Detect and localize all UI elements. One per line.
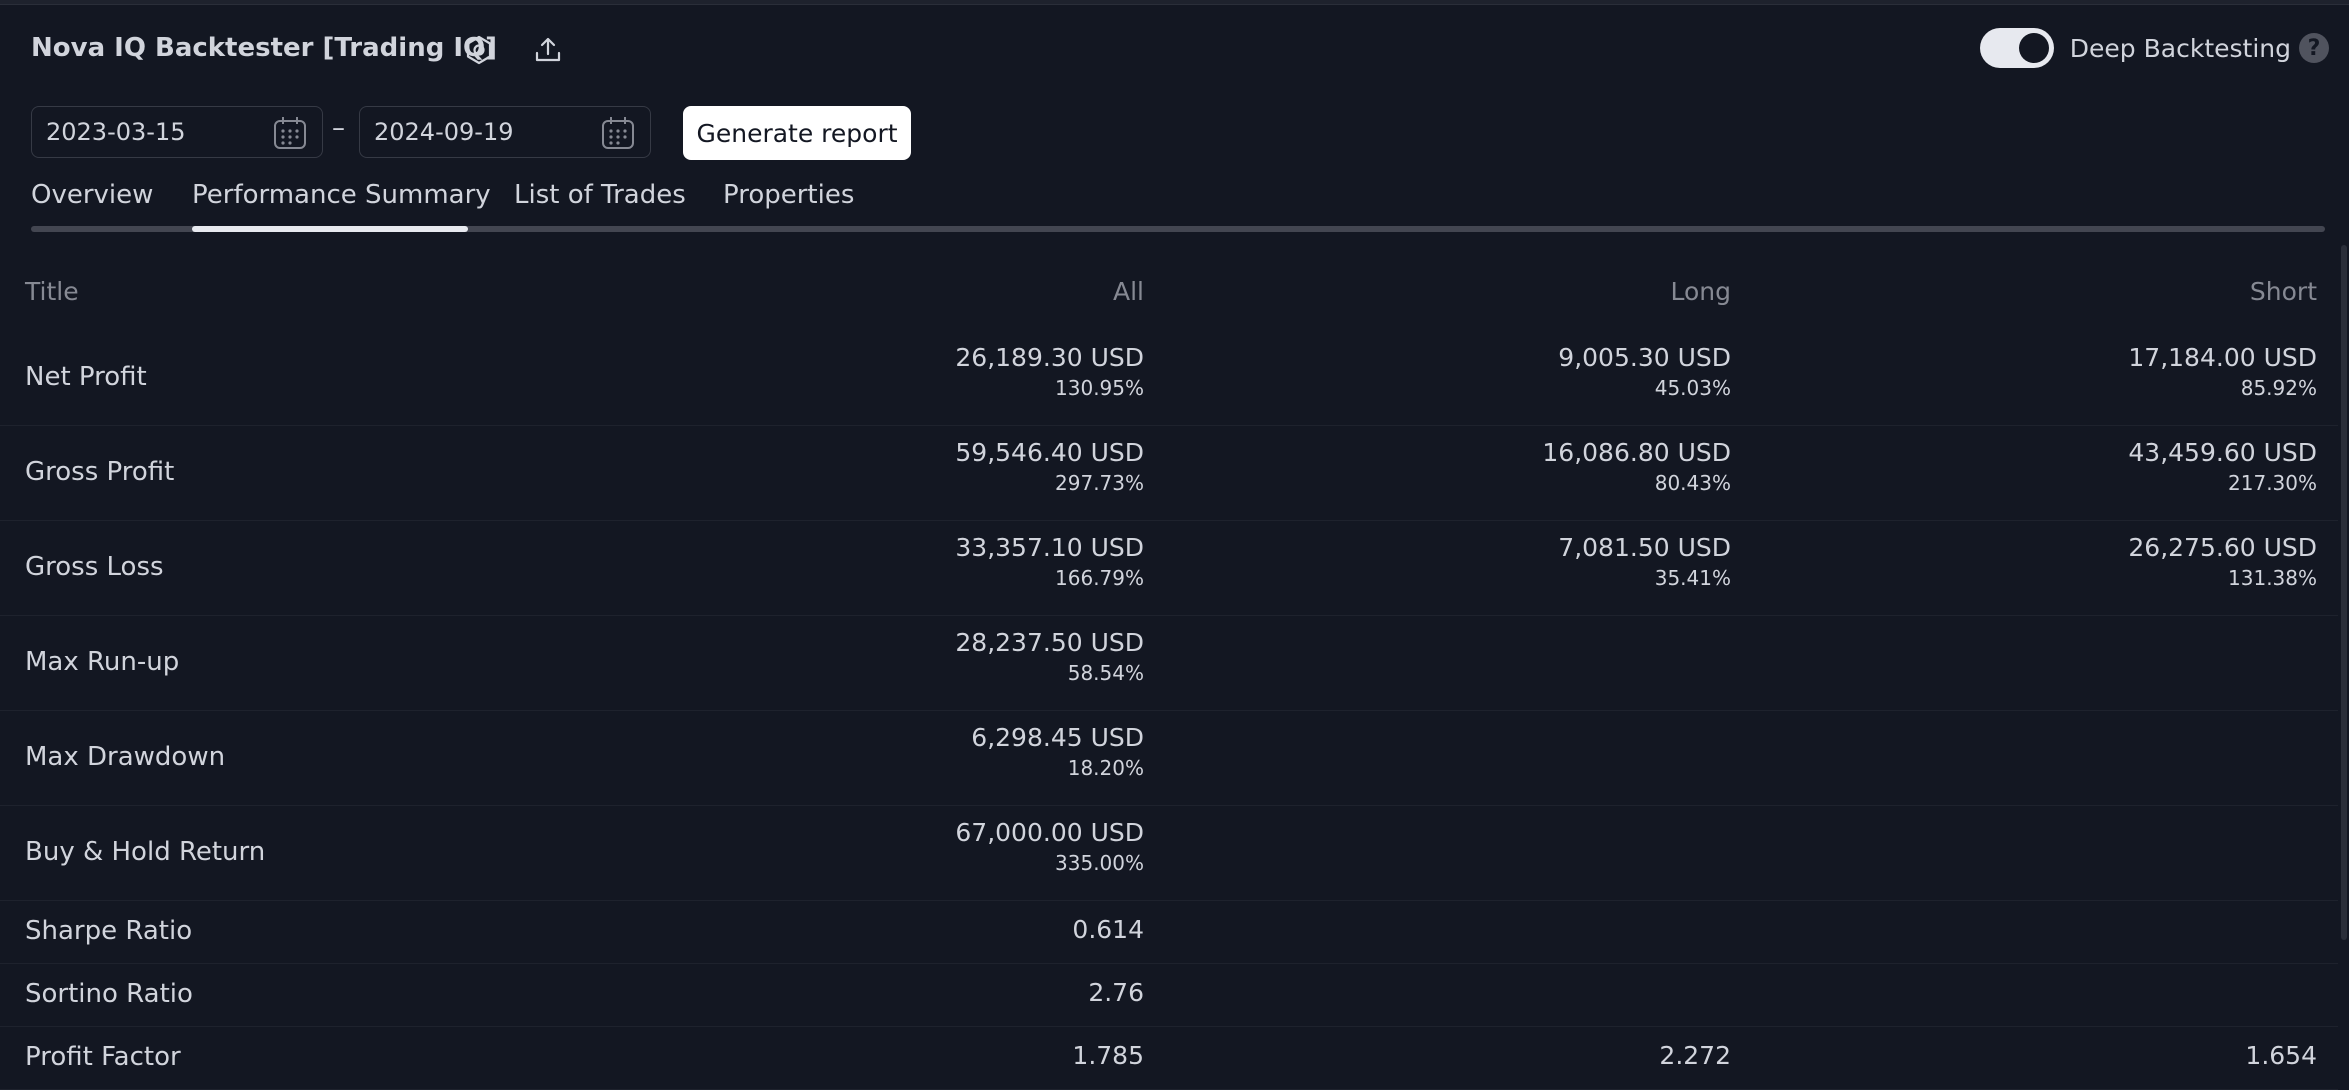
cell-value: 26,275.60 USD (2128, 533, 2317, 562)
cell-long: 9,005.30 USD 45.03% (1558, 343, 1731, 400)
column-header-all: All (1113, 277, 1144, 306)
cell-value: 33,357.10 USD (955, 533, 1144, 562)
top-border (0, 0, 2349, 5)
cell-short: 43,459.60 USD 217.30% (2128, 438, 2317, 495)
tab-overview[interactable]: Overview (31, 180, 153, 210)
cell-long: 7,081.50 USD 35.41% (1558, 533, 1731, 590)
cell-value: 67,000.00 USD (955, 818, 1144, 847)
cell-percent: 131.38% (2228, 566, 2317, 590)
settings-icon (466, 35, 492, 65)
cell-value: 2.76 (1088, 978, 1144, 1007)
row-title: Profit Factor (25, 1042, 181, 1072)
tab-properties[interactable]: Properties (723, 180, 854, 210)
start-date-field[interactable] (31, 106, 323, 158)
cell-percent: 85.92% (2240, 376, 2317, 400)
cell-all: 59,546.40 USD 297.73% (955, 438, 1144, 495)
table-row: Sharpe Ratio 0.614 (0, 901, 2338, 964)
cell-long: 2.272 (1659, 1041, 1731, 1070)
cell-percent: 80.43% (1654, 471, 1731, 495)
cell-value: 26,189.30 USD (955, 343, 1144, 372)
cell-percent: 45.03% (1654, 376, 1731, 400)
tab-list-of-trades[interactable]: List of Trades (514, 180, 686, 210)
row-title: Net Profit (25, 362, 147, 392)
performance-table: Title All Long Short Net Profit 26,189.30… (0, 255, 2338, 1090)
export-icon (535, 37, 561, 62)
export-button[interactable] (528, 30, 568, 70)
cell-value: 59,546.40 USD (955, 438, 1144, 467)
cell-value: 16,086.80 USD (1542, 438, 1731, 467)
cell-short: 17,184.00 USD 85.92% (2128, 343, 2317, 400)
table-row: Gross Loss 33,357.10 USD 166.79% 7,081.50 U… (0, 521, 2338, 616)
deep-backtesting-toggle[interactable] (1979, 28, 2054, 68)
cell-percent: 166.79% (1055, 566, 1144, 590)
cell-all: 6,298.45 USD 18.20% (971, 723, 1144, 780)
table-body: Net Profit 26,189.30 USD 130.95% 9,005.30 U… (0, 331, 2338, 1090)
end-date-input[interactable] (360, 117, 586, 147)
table-row: Max Run-up 28,237.50 USD 58.54% (0, 616, 2338, 711)
column-header-short: Short (2249, 277, 2317, 306)
cell-value: 28,237.50 USD (955, 628, 1144, 657)
calendar-icon[interactable] (600, 115, 636, 151)
active-tab-indicator (192, 226, 468, 232)
cell-value: 0.614 (1072, 915, 1144, 944)
cell-value: 7,081.50 USD (1558, 533, 1731, 562)
cell-all: 0.614 (1072, 915, 1144, 944)
cell-value: 17,184.00 USD (2128, 343, 2317, 372)
cell-all: 67,000.00 USD 335.00% (955, 818, 1144, 875)
row-title: Gross Loss (25, 552, 164, 582)
row-title: Max Drawdown (25, 742, 226, 772)
cell-value: 1.785 (1072, 1041, 1144, 1070)
cell-value: 2.272 (1659, 1041, 1731, 1070)
table-row: Sortino Ratio 2.76 (0, 964, 2338, 1027)
table-row: Net Profit 26,189.30 USD 130.95% 9,005.30 U… (0, 331, 2338, 426)
toggle-knob (2018, 33, 2049, 63)
table-row: Max Drawdown 6,298.45 USD 18.20% (0, 711, 2338, 806)
cell-percent: 18.20% (1067, 756, 1144, 780)
cell-all: 26,189.30 USD 130.95% (955, 343, 1144, 400)
row-title: Sortino Ratio (25, 979, 193, 1009)
cell-value: 9,005.30 USD (1558, 343, 1731, 372)
cell-value: 43,459.60 USD (2128, 438, 2317, 467)
row-title: Gross Profit (25, 457, 175, 487)
cell-percent: 297.73% (1055, 471, 1144, 495)
strategy-title[interactable]: Nova IQ Backtester [Trading IQ] (31, 33, 497, 63)
table-header: Title All Long Short (0, 255, 2338, 331)
cell-all: 1.785 (1072, 1041, 1144, 1070)
table-row: Buy & Hold Return 67,000.00 USD 335.00% (0, 806, 2338, 901)
row-title: Buy & Hold Return (25, 837, 266, 867)
cell-percent: 217.30% (2228, 471, 2317, 495)
row-title: Sharpe Ratio (25, 916, 193, 946)
cell-percent: 335.00% (1055, 851, 1144, 875)
table-row: Profit Factor 1.785 2.272 1.654 (0, 1027, 2338, 1090)
end-date-field[interactable] (359, 106, 651, 158)
cell-percent: 58.54% (1067, 661, 1144, 685)
table-row: Gross Profit 59,546.40 USD 297.73% 16,086.8… (0, 426, 2338, 521)
deep-backtesting-label: Deep Backtesting (2069, 33, 2291, 63)
table-scrollbar[interactable] (2341, 245, 2347, 940)
date-separator: – (332, 113, 345, 143)
cell-short: 26,275.60 USD 131.38% (2128, 533, 2317, 590)
column-header-long: Long (1670, 277, 1732, 306)
column-header-title: Title (25, 277, 79, 306)
cell-all: 2.76 (1088, 978, 1144, 1007)
row-title: Max Run-up (25, 647, 180, 677)
cell-value: 6,298.45 USD (971, 723, 1144, 752)
cell-long: 16,086.80 USD 80.43% (1542, 438, 1731, 495)
generate-report-button[interactable]: Generate report (683, 106, 911, 160)
cell-short: 1.654 (2245, 1041, 2317, 1070)
cell-percent: 130.95% (1055, 376, 1144, 400)
cell-all: 33,357.10 USD 166.79% (955, 533, 1144, 590)
cell-all: 28,237.50 USD 58.54% (955, 628, 1144, 685)
cell-percent: 35.41% (1654, 566, 1731, 590)
tab-performance-summary[interactable]: Performance Summary (192, 180, 491, 210)
deep-backtesting-control: Deep Backtesting ? (1979, 28, 2329, 68)
settings-button[interactable] (459, 30, 499, 70)
start-date-input[interactable] (32, 117, 258, 147)
calendar-icon[interactable] (272, 115, 308, 151)
cell-value: 1.654 (2245, 1041, 2317, 1070)
help-icon[interactable]: ? (2299, 33, 2329, 63)
